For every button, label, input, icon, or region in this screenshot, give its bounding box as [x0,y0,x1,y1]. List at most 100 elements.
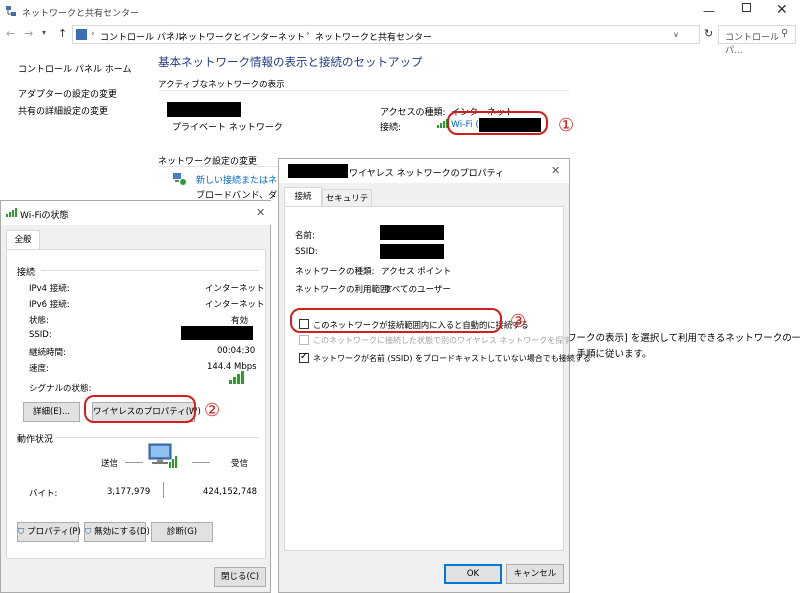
wifi-status-titlebar: Wi-Fiの状態 ✕ [1,201,271,225]
disable-button-label: 無効にする(D) [94,527,150,537]
ok-button-label: OK [466,569,480,579]
close-icon[interactable]: ✕ [256,206,265,219]
sidebar: コントロール パネル ホーム アダプターの設定の変更 共有の詳細設定の変更 [0,46,148,206]
signal-bars-icon [229,370,247,387]
ok-button[interactable]: OK [444,564,502,584]
trouble-text-1: ワークの表示] を選択して利用できるネットワークの一 [567,333,800,344]
annotation-oval-1 [447,111,548,135]
close-icon[interactable]: ✕ [776,2,788,18]
properties-button-label: プロパティ(P) [27,527,81,537]
shield-icon: ⛉ [85,527,92,537]
tab-general-label: 全般 [14,235,32,245]
page-title: 基本ネットワーク情報の表示と接続のセットアップ [158,55,423,69]
bytes-received: 424,152,748 [203,487,258,497]
minimize-icon[interactable]: — [703,4,715,18]
sent-line [125,462,143,463]
annotation-oval-3 [290,308,502,333]
refresh-icon[interactable]: ↻ [704,27,713,40]
active-networks-heading: アクティブなネットワークの表示 [158,80,285,90]
access-type-label: アクセスの種類: [380,108,446,118]
close-button-label: 閉じる(C) [220,572,260,582]
breadcrumb-sep-icon: › [170,29,174,39]
state-label: 状態: [29,316,49,326]
tab-general[interactable]: 全般 [6,230,40,250]
state-value: 有効 [231,316,249,326]
speed-label: 速度: [29,364,49,374]
hidden-ssid-checkbox[interactable] [299,351,309,363]
wireless-props-title: ワイヤレス ネットワークのプロパティ [349,169,505,179]
activity-section-label: 動作状況 [17,435,54,445]
network-type-value: アクセス ポイント [381,267,452,277]
hidden-ssid-label: ネットワークが名前 (SSID) をブロードキャストしていない場合でも接続する [313,354,591,363]
control-panel-icon [76,29,87,40]
wifi-status-title: Wi-Fiの状態 [20,211,69,221]
tab-connection-label: 接続 [294,192,312,202]
properties-button[interactable]: ⛉ プロパティ(P) [17,522,81,542]
sidebar-item-control-panel-home[interactable]: コントロール パネル ホーム [18,62,131,75]
search-other-networks-label: このネットワークに接続した状態で別のワイヤレス ネットワークを探す [313,336,572,345]
network-scope-label: ネットワークの利用範囲: [295,285,392,295]
connection-label: 接続: [380,123,402,133]
diagnose-button[interactable]: 診断(G) [151,522,213,542]
bytes-sent: 3,177,979 [107,487,151,497]
ipv4-value: インターネット [205,284,265,294]
close-icon[interactable]: ✕ [551,164,560,177]
connection-section-label: 接続 [17,268,36,278]
network-center-icon [5,5,17,17]
annotation-oval-2 [84,395,196,423]
breadcrumb-sep-icon: › [91,29,95,39]
details-button[interactable]: 詳細(E)... [23,402,80,422]
network-type-label: ネットワークの種類: [295,267,375,277]
bytes-divider [163,482,164,498]
up-arrow-icon[interactable]: ↑ [58,27,67,40]
network-scope-value: すべてのユーザー [384,285,451,295]
received-label: 受信 [231,459,249,469]
cancel-button[interactable]: キャンセル [506,564,564,584]
close-button[interactable]: 閉じる(C) [214,567,266,587]
shield-icon: ⛉ [18,527,25,537]
sidebar-item-adapter-settings[interactable]: アダプターの設定の変更 [18,87,117,100]
name-label: 名前: [295,231,315,241]
ssid-label: SSID: [295,247,318,257]
ipv4-label: IPv4 接続: [29,284,70,294]
ssid-label: SSID: [29,330,52,340]
wireless-props-titlebar: ワイヤレス ネットワークのプロパティ ✕ [279,159,569,183]
maximize-icon[interactable] [742,3,751,12]
wireless-properties-dialog: ワイヤレス ネットワークのプロパティ ✕ 接続 セキュリティ 名前: SSID:… [278,158,591,593]
annotation-3: ③ [510,311,527,332]
duration-label: 継続時間: [29,348,66,358]
ssid-redacted [181,326,253,340]
back-arrow-icon[interactable]: ← [6,27,15,40]
signal-label: シグナルの状態: [29,384,92,394]
breadcrumb-item-network-internet[interactable]: ネットワークとインターネット [179,30,305,43]
tab-security[interactable]: セキュリティ [322,189,372,222]
change-settings-divider [158,166,278,167]
breadcrumb[interactable]: › コントロール パネル › ネットワークとインターネット › ネットワークと共… [72,25,700,44]
name-redacted [380,225,444,240]
breadcrumb-sep-icon: › [306,29,310,39]
wifi-signal-icon [6,208,18,220]
duration-value: 00:04:30 [217,346,256,356]
search-other-networks-checkbox[interactable] [299,335,309,345]
network-type: プライベート ネットワーク [172,123,283,133]
diagnose-button-label: 診断(G) [166,527,198,537]
disable-button[interactable]: ⛉ 無効にする(D) [84,522,150,542]
cancel-button-label: キャンセル [513,569,557,579]
title-bar: ネットワークと共有センター — ✕ [0,0,800,24]
wireless-props-panel: 名前: SSID: ネットワークの種類: アクセス ポイント ネットワークの利用… [284,206,591,551]
annotation-1: ① [558,115,575,136]
details-button-label: 詳細(E)... [32,407,71,417]
breadcrumb-item-sharing-center[interactable]: ネットワークと共有センター [315,30,432,43]
recent-dropdown-icon[interactable]: ▾ [42,28,46,37]
search-input[interactable]: コントロール パ... ⚲ [718,25,796,56]
address-dropdown-icon[interactable]: ∨ [673,30,679,39]
tab-connection[interactable]: 接続 [284,187,322,207]
search-icon: ⚲ [781,28,789,39]
received-line [192,462,210,463]
activity-divider [55,437,259,438]
sidebar-item-advanced-sharing[interactable]: 共有の詳細設定の変更 [18,104,108,117]
computer-network-icon [147,442,181,473]
window-title: ネットワークと共有センター [22,9,140,19]
forward-arrow-icon[interactable]: → [24,27,33,40]
connection-divider [41,270,259,271]
